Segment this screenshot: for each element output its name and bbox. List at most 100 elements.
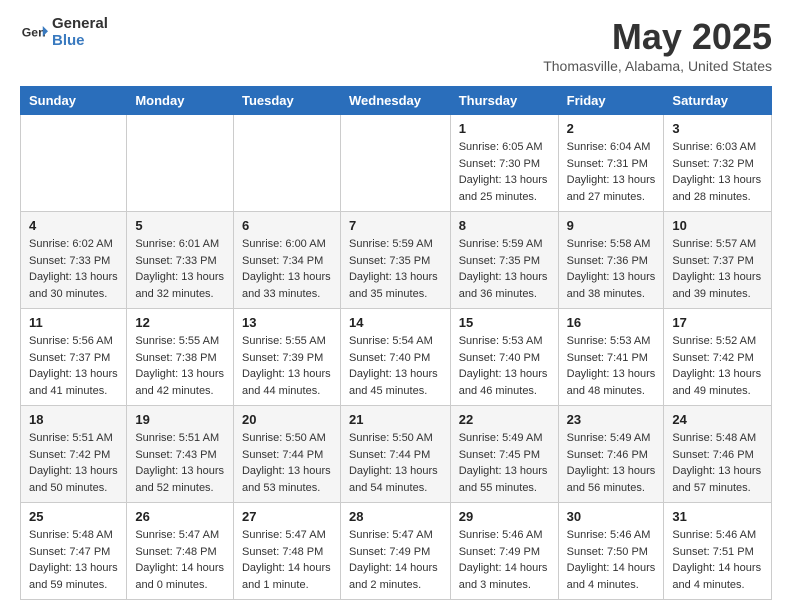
day-of-week-header: Wednesday — [340, 87, 450, 115]
day-number: 13 — [242, 315, 332, 330]
day-number: 27 — [242, 509, 332, 524]
day-info: Sunrise: 6:02 AM Sunset: 7:33 PM Dayligh… — [29, 236, 118, 302]
day-number: 5 — [135, 218, 225, 233]
day-info: Sunrise: 5:49 AM Sunset: 7:45 PM Dayligh… — [459, 430, 550, 496]
day-of-week-header: Monday — [127, 87, 234, 115]
calendar-cell: 1 Sunrise: 6:05 AM Sunset: 7:30 PM Daylig… — [450, 115, 558, 212]
calendar-title: May 2025 — [543, 16, 772, 58]
page-header: Gen General Blue May 2025 Thomasville, A… — [20, 16, 772, 74]
day-of-week-header: Thursday — [450, 87, 558, 115]
day-info: Sunrise: 5:58 AM Sunset: 7:36 PM Dayligh… — [567, 236, 656, 302]
day-of-week-header: Sunday — [21, 87, 127, 115]
day-number: 3 — [672, 121, 763, 136]
day-number: 19 — [135, 412, 225, 427]
day-number: 2 — [567, 121, 656, 136]
svg-text:Gen: Gen — [22, 25, 46, 39]
day-number: 17 — [672, 315, 763, 330]
day-info: Sunrise: 5:51 AM Sunset: 7:43 PM Dayligh… — [135, 430, 225, 496]
calendar-cell: 12 Sunrise: 5:55 AM Sunset: 7:38 PM Dayli… — [127, 309, 234, 406]
calendar-cell: 2 Sunrise: 6:04 AM Sunset: 7:31 PM Daylig… — [558, 115, 664, 212]
day-info: Sunrise: 5:55 AM Sunset: 7:38 PM Dayligh… — [135, 333, 225, 399]
calendar-cell: 15 Sunrise: 5:53 AM Sunset: 7:40 PM Dayli… — [450, 309, 558, 406]
day-number: 28 — [349, 509, 442, 524]
calendar-cell: 29 Sunrise: 5:46 AM Sunset: 7:49 PM Dayli… — [450, 503, 558, 600]
day-info: Sunrise: 5:53 AM Sunset: 7:40 PM Dayligh… — [459, 333, 550, 399]
day-info: Sunrise: 5:52 AM Sunset: 7:42 PM Dayligh… — [672, 333, 763, 399]
logo-blue-text: Blue — [52, 33, 108, 50]
day-number: 7 — [349, 218, 442, 233]
title-block: May 2025 Thomasville, Alabama, United St… — [543, 16, 772, 74]
day-info: Sunrise: 5:47 AM Sunset: 7:49 PM Dayligh… — [349, 527, 442, 593]
day-of-week-header: Saturday — [664, 87, 772, 115]
day-number: 14 — [349, 315, 442, 330]
calendar-cell: 28 Sunrise: 5:47 AM Sunset: 7:49 PM Dayli… — [340, 503, 450, 600]
calendar-cell: 16Sunrise: 5:53 AM Sunset: 7:41 PM Dayli… — [558, 309, 664, 406]
day-number: 22 — [459, 412, 550, 427]
day-info: Sunrise: 6:00 AM Sunset: 7:34 PM Dayligh… — [242, 236, 332, 302]
day-info: Sunrise: 5:47 AM Sunset: 7:48 PM Dayligh… — [135, 527, 225, 593]
day-number: 31 — [672, 509, 763, 524]
day-number: 6 — [242, 218, 332, 233]
day-info: Sunrise: 5:46 AM Sunset: 7:50 PM Dayligh… — [567, 527, 656, 593]
day-number: 18 — [29, 412, 118, 427]
calendar-table: SundayMondayTuesdayWednesdayThursdayFrid… — [20, 86, 772, 600]
day-info: Sunrise: 5:51 AM Sunset: 7:42 PM Dayligh… — [29, 430, 118, 496]
day-info: Sunrise: 5:56 AM Sunset: 7:37 PM Dayligh… — [29, 333, 118, 399]
calendar-cell: 26 Sunrise: 5:47 AM Sunset: 7:48 PM Dayli… — [127, 503, 234, 600]
day-number: 12 — [135, 315, 225, 330]
calendar-cell: 21 Sunrise: 5:50 AM Sunset: 7:44 PM Dayli… — [340, 406, 450, 503]
calendar-cell: 7 Sunrise: 5:59 AM Sunset: 7:35 PM Daylig… — [340, 212, 450, 309]
day-info: Sunrise: 5:49 AM Sunset: 7:46 PM Dayligh… — [567, 430, 656, 496]
day-number: 29 — [459, 509, 550, 524]
day-number: 15 — [459, 315, 550, 330]
day-number: 21 — [349, 412, 442, 427]
calendar-cell: 11 Sunrise: 5:56 AM Sunset: 7:37 PM Dayli… — [21, 309, 127, 406]
logo-general-text: General — [52, 16, 108, 33]
day-number: 26 — [135, 509, 225, 524]
day-info: Sunrise: 5:57 AM Sunset: 7:37 PM Dayligh… — [672, 236, 763, 302]
calendar-cell — [233, 115, 340, 212]
day-info: Sunrise: 5:59 AM Sunset: 7:35 PM Dayligh… — [459, 236, 550, 302]
day-info: Sunrise: 5:50 AM Sunset: 7:44 PM Dayligh… — [349, 430, 442, 496]
calendar-week-row: 25 Sunrise: 5:48 AM Sunset: 7:47 PM Dayli… — [21, 503, 772, 600]
day-number: 4 — [29, 218, 118, 233]
day-number: 9 — [567, 218, 656, 233]
day-number: 25 — [29, 509, 118, 524]
day-number: 11 — [29, 315, 118, 330]
calendar-cell: 4 Sunrise: 6:02 AM Sunset: 7:33 PM Daylig… — [21, 212, 127, 309]
day-info: Sunrise: 5:48 AM Sunset: 7:46 PM Dayligh… — [672, 430, 763, 496]
day-info: Sunrise: 5:46 AM Sunset: 7:49 PM Dayligh… — [459, 527, 550, 593]
calendar-week-row: 1 Sunrise: 6:05 AM Sunset: 7:30 PM Daylig… — [21, 115, 772, 212]
day-info: Sunrise: 5:47 AM Sunset: 7:48 PM Dayligh… — [242, 527, 332, 593]
day-number: 16 — [567, 315, 656, 330]
calendar-cell: 5 Sunrise: 6:01 AM Sunset: 7:33 PM Daylig… — [127, 212, 234, 309]
day-info: Sunrise: 6:01 AM Sunset: 7:33 PM Dayligh… — [135, 236, 225, 302]
calendar-cell: 8Sunrise: 5:59 AM Sunset: 7:35 PM Daylig… — [450, 212, 558, 309]
day-info: Sunrise: 5:59 AM Sunset: 7:35 PM Dayligh… — [349, 236, 442, 302]
calendar-cell — [127, 115, 234, 212]
calendar-cell: 23 Sunrise: 5:49 AM Sunset: 7:46 PM Dayli… — [558, 406, 664, 503]
calendar-cell: 31Sunrise: 5:46 AM Sunset: 7:51 PM Dayli… — [664, 503, 772, 600]
calendar-cell: 18 Sunrise: 5:51 AM Sunset: 7:42 PM Dayli… — [21, 406, 127, 503]
calendar-cell: 14Sunrise: 5:54 AM Sunset: 7:40 PM Dayli… — [340, 309, 450, 406]
calendar-cell: 22 Sunrise: 5:49 AM Sunset: 7:45 PM Dayli… — [450, 406, 558, 503]
calendar-cell: 9 Sunrise: 5:58 AM Sunset: 7:36 PM Daylig… — [558, 212, 664, 309]
calendar-header-row: SundayMondayTuesdayWednesdayThursdayFrid… — [21, 87, 772, 115]
day-of-week-header: Tuesday — [233, 87, 340, 115]
calendar-cell — [21, 115, 127, 212]
day-info: Sunrise: 6:05 AM Sunset: 7:30 PM Dayligh… — [459, 139, 550, 205]
calendar-cell: 25 Sunrise: 5:48 AM Sunset: 7:47 PM Dayli… — [21, 503, 127, 600]
day-info: Sunrise: 6:04 AM Sunset: 7:31 PM Dayligh… — [567, 139, 656, 205]
day-info: Sunrise: 6:03 AM Sunset: 7:32 PM Dayligh… — [672, 139, 763, 205]
calendar-week-row: 11 Sunrise: 5:56 AM Sunset: 7:37 PM Dayli… — [21, 309, 772, 406]
day-number: 23 — [567, 412, 656, 427]
calendar-cell: 17 Sunrise: 5:52 AM Sunset: 7:42 PM Dayli… — [664, 309, 772, 406]
day-number: 1 — [459, 121, 550, 136]
day-number: 20 — [242, 412, 332, 427]
logo: Gen General Blue — [20, 16, 108, 49]
calendar-cell: 20Sunrise: 5:50 AM Sunset: 7:44 PM Dayli… — [233, 406, 340, 503]
calendar-cell: 10Sunrise: 5:57 AM Sunset: 7:37 PM Dayli… — [664, 212, 772, 309]
calendar-cell — [340, 115, 450, 212]
day-info: Sunrise: 5:48 AM Sunset: 7:47 PM Dayligh… — [29, 527, 118, 593]
calendar-cell: 3 Sunrise: 6:03 AM Sunset: 7:32 PM Daylig… — [664, 115, 772, 212]
